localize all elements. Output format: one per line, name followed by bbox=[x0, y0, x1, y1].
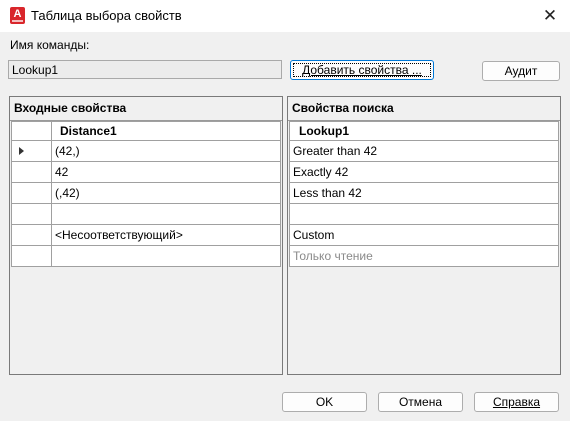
title-bar: A Таблица выбора свойств ✕ bbox=[0, 0, 570, 32]
table-row[interactable]: <Несоответствующий> bbox=[11, 224, 281, 246]
table-row[interactable]: Custom bbox=[289, 224, 559, 246]
row-selector[interactable] bbox=[11, 140, 52, 162]
audit-label: Аудит bbox=[504, 64, 538, 78]
column-header-distance1[interactable]: Distance1 bbox=[51, 121, 281, 141]
command-name-label: Имя команды: bbox=[10, 38, 90, 52]
autocad-app-icon: A bbox=[10, 7, 25, 24]
grid-cell[interactable] bbox=[289, 203, 559, 225]
column-header-lookup1[interactable]: Lookup1 bbox=[289, 121, 559, 141]
input-properties-grid: Distance1 (42,) 42 (,42) <Несоответствую… bbox=[11, 121, 281, 267]
read-only-cell: Только чтение bbox=[289, 245, 559, 267]
input-properties-panel: Входные свойства Distance1 (42,) 42 (,42… bbox=[9, 96, 283, 375]
grid-cell[interactable]: 42 bbox=[51, 161, 281, 183]
audit-button[interactable]: Аудит bbox=[482, 61, 560, 81]
cancel-label: Отмена bbox=[398, 395, 443, 409]
current-row-arrow-icon bbox=[19, 147, 24, 155]
table-row[interactable]: Exactly 42 bbox=[289, 161, 559, 183]
grid-header-row: Lookup1 bbox=[289, 121, 559, 141]
table-row[interactable]: Greater than 42 bbox=[289, 140, 559, 162]
table-row[interactable]: Только чтение bbox=[289, 245, 559, 267]
app-icon-letter: A bbox=[13, 8, 22, 20]
table-row[interactable] bbox=[11, 245, 281, 267]
help-button[interactable]: Справка bbox=[474, 392, 559, 412]
grid-cell[interactable] bbox=[51, 245, 281, 267]
help-label: Справка bbox=[492, 395, 541, 409]
table-row[interactable]: (,42) bbox=[11, 182, 281, 204]
cancel-button[interactable]: Отмена bbox=[378, 392, 463, 412]
row-selector[interactable] bbox=[11, 161, 52, 183]
row-selector[interactable] bbox=[11, 245, 52, 267]
ok-button[interactable]: OK bbox=[282, 392, 367, 412]
row-selector-header bbox=[11, 121, 52, 141]
grid-cell[interactable]: Custom bbox=[289, 224, 559, 246]
table-row[interactable]: (42,) bbox=[11, 140, 281, 162]
grid-cell[interactable]: Exactly 42 bbox=[289, 161, 559, 183]
grid-cell[interactable] bbox=[51, 203, 281, 225]
lookup-properties-title: Свойства поиска bbox=[288, 97, 560, 121]
ok-label: OK bbox=[315, 395, 334, 409]
grid-cell[interactable]: Greater than 42 bbox=[289, 140, 559, 162]
row-selector[interactable] bbox=[11, 224, 52, 246]
window-title: Таблица выбора свойств bbox=[31, 8, 182, 23]
close-icon[interactable]: ✕ bbox=[538, 4, 562, 28]
grid-header-row: Distance1 bbox=[11, 121, 281, 141]
lookup-properties-panel: Свойства поиска Lookup1 Greater than 42 … bbox=[287, 96, 561, 375]
grid-cell[interactable]: (42,) bbox=[51, 140, 281, 162]
grid-cell[interactable]: (,42) bbox=[51, 182, 281, 204]
table-row[interactable] bbox=[11, 203, 281, 225]
lookup-properties-grid: Lookup1 Greater than 42 Exactly 42 Less … bbox=[289, 121, 559, 267]
command-name-field: Lookup1 bbox=[8, 60, 282, 79]
table-row[interactable]: Less than 42 bbox=[289, 182, 559, 204]
row-selector[interactable] bbox=[11, 182, 52, 204]
table-row[interactable]: 42 bbox=[11, 161, 281, 183]
grid-cell[interactable]: <Несоответствующий> bbox=[51, 224, 281, 246]
row-selector[interactable] bbox=[11, 203, 52, 225]
table-row[interactable] bbox=[289, 203, 559, 225]
add-properties-button[interactable]: Добавить свойства ... bbox=[290, 60, 434, 80]
add-properties-label: Добавить свойства ... bbox=[302, 63, 422, 77]
input-properties-title: Входные свойства bbox=[10, 97, 282, 121]
grid-cell[interactable]: Less than 42 bbox=[289, 182, 559, 204]
